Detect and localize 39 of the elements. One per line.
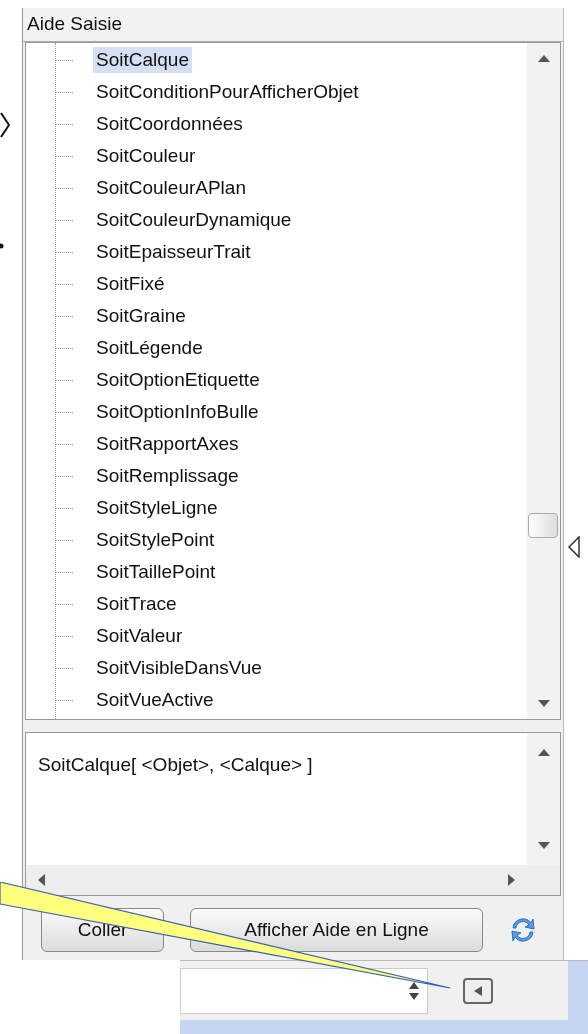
command-item[interactable]: SoitRapportAxes: [93, 431, 242, 457]
command-item[interactable]: SoitOptionEtiquette: [93, 367, 263, 393]
command-item[interactable]: SoitCouleur: [93, 143, 199, 169]
command-item[interactable]: SoitStyleLigne: [93, 495, 221, 521]
horizontal-scrollbar[interactable]: [26, 865, 560, 895]
command-item[interactable]: SoitVueActive: [93, 687, 217, 713]
scroll-up-icon[interactable]: [537, 749, 550, 756]
command-item[interactable]: SoitCouleurDynamique: [93, 207, 295, 233]
command-item[interactable]: SoitTrace: [93, 591, 180, 617]
command-item[interactable]: SoitTaillePoint: [93, 559, 219, 585]
command-item[interactable]: SoitVisibleDansVue: [93, 655, 265, 681]
command-item[interactable]: SoitOptionInfoBulle: [93, 399, 262, 425]
scroll-right-icon[interactable]: [508, 874, 515, 886]
dropdown-field[interactable]: [180, 967, 428, 1014]
left-triangle-icon: [474, 985, 482, 996]
chevron-icon: [0, 112, 10, 138]
scroll-thumb[interactable]: [528, 513, 558, 538]
back-button[interactable]: [463, 977, 493, 1004]
command-item[interactable]: SoitGraine: [93, 303, 189, 329]
scroll-up-icon[interactable]: [537, 55, 550, 62]
scrollbar[interactable]: [527, 733, 560, 865]
command-item[interactable]: SoitValeur: [93, 623, 186, 649]
command-item[interactable]: SoitFixé: [93, 271, 168, 297]
command-item[interactable]: SoitRemplissage: [93, 463, 242, 489]
scroll-down-icon[interactable]: [537, 842, 550, 849]
scroll-left-icon[interactable]: [38, 874, 45, 886]
command-item[interactable]: SoitCoordonnées: [93, 111, 246, 137]
command-item[interactable]: SoitEpaisseurTrait: [93, 239, 254, 265]
scrollbar[interactable]: [527, 43, 560, 719]
command-item[interactable]: SoitStylePoint: [93, 527, 218, 553]
command-item[interactable]: SoitConditionPourAfficherObjet: [93, 79, 362, 105]
command-item[interactable]: SoitCouleurAPlan: [93, 175, 249, 201]
command-item[interactable]: SoitCalque: [93, 47, 192, 73]
online-help-button[interactable]: Afficher Aide en Ligne: [190, 908, 483, 952]
command-item[interactable]: SoitLégende: [93, 335, 206, 361]
spinner-arrows-icon[interactable]: [409, 980, 419, 1001]
syntax-text: SoitCalque[ <Objet>, <Calque> ]: [38, 754, 313, 775]
scroll-down-icon[interactable]: [537, 700, 550, 707]
collapse-arrow-icon[interactable]: [567, 536, 581, 558]
